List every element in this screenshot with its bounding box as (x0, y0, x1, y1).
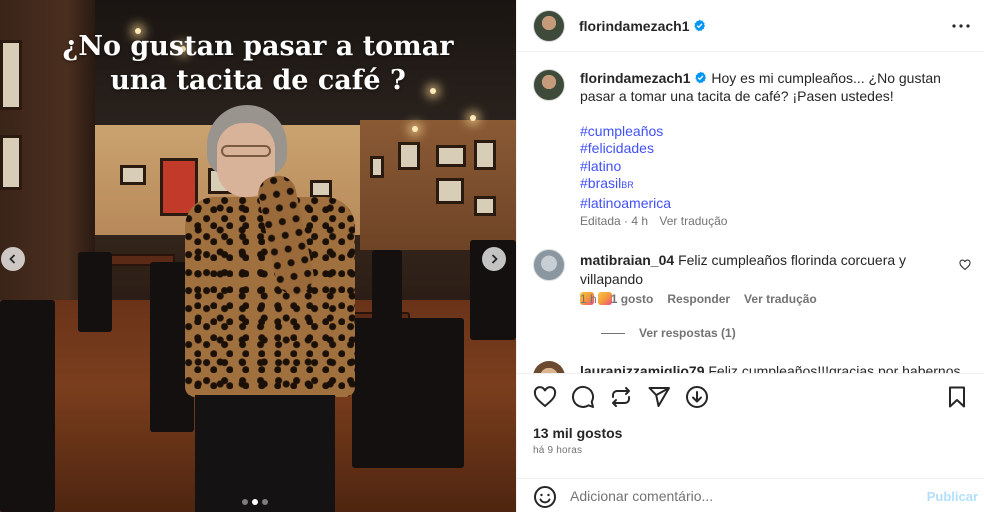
comment-see-translation[interactable]: Ver tradução (744, 292, 817, 306)
image-frame (436, 145, 466, 167)
comment-likes-count[interactable]: 1 gosto (611, 292, 654, 306)
view-replies-button[interactable]: Ver respostas (1) (601, 326, 736, 340)
commenter-avatar[interactable] (533, 249, 565, 281)
repost-icon (612, 387, 630, 407)
hashtag-link[interactable]: #brasilBR (580, 175, 671, 194)
verified-badge-icon (695, 71, 707, 84)
image-chair (78, 252, 112, 332)
carousel-dot (242, 499, 248, 505)
verified-badge-icon (694, 19, 706, 31)
like-button[interactable] (533, 385, 557, 409)
image-chair (352, 318, 464, 468)
bookmark-icon (949, 386, 965, 408)
heart-icon (533, 386, 557, 408)
ceiling-lamp (412, 126, 418, 132)
more-options-button[interactable] (949, 14, 973, 38)
view-replies-label[interactable]: Ver respostas (1) (639, 326, 736, 340)
overlay-line-2: una tacita de café ? (110, 65, 406, 96)
overlay-line-1: ¿No gustan pasar a tomar (62, 31, 454, 62)
author-username[interactable]: florindamezach1 (579, 18, 706, 34)
caption-hashtags: #cumpleaños #felicidades #latino #brasil… (580, 123, 671, 212)
post-action-bar (517, 373, 984, 419)
commenter-username[interactable]: matibraian_04 (580, 252, 674, 268)
comment-reply-button[interactable]: Responder (667, 292, 730, 306)
author-avatar[interactable] (533, 9, 565, 42)
download-icon (686, 386, 708, 408)
hashtag-link[interactable]: #latinoamerica (580, 195, 671, 212)
emoji-icon[interactable] (533, 485, 557, 509)
chevron-left-icon (9, 254, 16, 264)
ceiling-lamp (470, 115, 476, 121)
carousel-next-button[interactable] (482, 247, 506, 271)
person-pants (195, 395, 335, 512)
hashtag-link[interactable]: #felicidades (580, 140, 671, 157)
comment-button[interactable] (571, 385, 595, 409)
post-viewer: ¿No gustan pasar a tomar una tacita de c… (0, 0, 984, 512)
caption-text-block: florindamezach1 Hoy es mi cumpleaños... … (580, 69, 965, 105)
carousel-dot (262, 499, 268, 505)
post-header: florindamezach1 (517, 0, 984, 52)
comment-item: lauranizzamiglio79 Feliz cumpleaños!!!gr… (533, 361, 973, 373)
image-chair (372, 250, 402, 320)
save-button[interactable] (945, 385, 969, 409)
commenter-avatar[interactable] (533, 361, 565, 373)
repost-button[interactable] (609, 385, 633, 409)
image-frame (370, 156, 384, 178)
caption-meta: Editada · 4 h Ver tradução (580, 214, 727, 228)
image-frame (0, 135, 22, 190)
post-image[interactable]: ¿No gustan pasar a tomar una tacita de c… (0, 0, 516, 512)
image-frame (436, 178, 464, 204)
comment-icon (572, 385, 595, 408)
carousel-dot-active (252, 499, 258, 505)
commenter-username[interactable]: lauranizzamiglio79 (580, 363, 704, 373)
caption-author-avatar[interactable] (533, 69, 565, 101)
more-horizontal-icon (952, 24, 970, 28)
image-chair (0, 300, 55, 512)
share-button[interactable] (647, 385, 671, 409)
chevron-right-icon (491, 254, 498, 264)
carousel-indicator (242, 499, 268, 505)
author-username-text[interactable]: florindamezach1 (579, 18, 689, 34)
replies-divider-line (601, 332, 625, 334)
comments-scroll-area[interactable]: florindamezach1 Hoy es mi cumpleaños... … (517, 53, 984, 373)
caption-username[interactable]: florindamezach1 (580, 70, 690, 86)
comment-actions: 1 h 1 gosto Responder Ver tradução (580, 292, 817, 306)
image-frame (474, 140, 496, 170)
comment-time: 1 h (580, 292, 597, 306)
comment-input[interactable] (570, 488, 890, 504)
comment-like-heart-icon[interactable] (959, 259, 971, 271)
send-icon (648, 387, 670, 407)
see-translation-link[interactable]: Ver tradução (659, 214, 727, 228)
likes-count[interactable]: 13 mil gostos (533, 425, 622, 441)
post-time-ago[interactable]: há 9 horas (533, 445, 582, 456)
comment-text: Feliz cumpleaños!!!gracias por habernos (708, 363, 961, 373)
person-glasses (221, 145, 271, 157)
comment-text-block: lauranizzamiglio79 Feliz cumpleaños!!!gr… (580, 363, 961, 373)
image-frame (474, 196, 496, 216)
publish-button[interactable]: Publicar (927, 489, 978, 504)
hashtag-text[interactable]: #brasil (580, 175, 621, 191)
image-overlay-text: ¿No gustan pasar a tomar una tacita de c… (0, 30, 516, 98)
image-frame (120, 165, 146, 185)
image-frame (398, 142, 420, 170)
caption-edited-time: Editada · 4 h (580, 214, 649, 228)
download-button[interactable] (685, 385, 709, 409)
hashtag-link[interactable]: #cumpleaños (580, 123, 671, 140)
post-side-panel: florindamezach1 florindamezach1 Hoy es m… (516, 0, 984, 512)
comment-composer: Publicar (517, 478, 984, 512)
hashtag-suffix: BR (621, 180, 634, 191)
image-person (185, 105, 360, 512)
carousel-prev-button[interactable] (1, 247, 25, 271)
hashtag-link[interactable]: #latino (580, 158, 671, 175)
